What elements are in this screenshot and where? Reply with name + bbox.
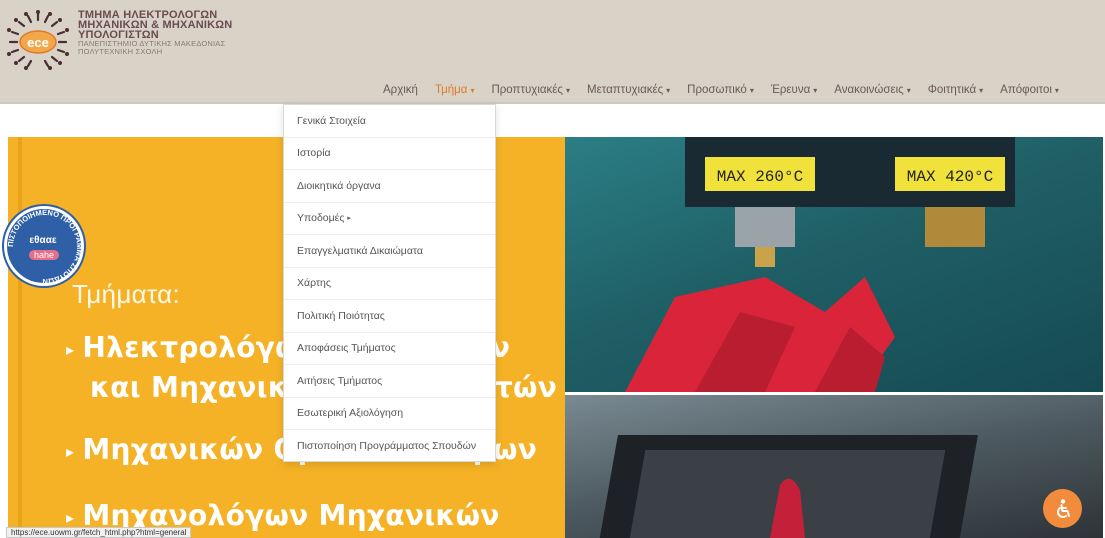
menu-item-applications[interactable]: Αιτήσεις Τμήματος <box>284 365 495 398</box>
cad-photo <box>565 395 1103 538</box>
menu-item-decisions[interactable]: Αποφάσεις Τμήματος <box>284 333 495 365</box>
nav-item-label: Προπτυχιακές <box>491 84 563 96</box>
menu-item-label: Διοικητικά όργανα <box>297 179 381 192</box>
logo-text: ece <box>27 35 49 50</box>
temp-label: MAX 260°C <box>717 168 803 186</box>
nav-item-staff[interactable]: Προσωπικό ▾ <box>687 84 754 96</box>
menu-item-label: Γενικά Στοιχεία <box>297 114 366 127</box>
menu-item-professional-rights[interactable]: Επαγγελματικά Δικαιώματα <box>284 235 495 268</box>
nav-item-research[interactable]: Έρευνα ▾ <box>771 84 817 96</box>
org-subline: ΠΟΛΥΤΕΧΝΙΚΗ ΣΧΟΛΗ <box>78 47 163 56</box>
page: ece ΤΜΗΜΑ ΗΛΕΚΤΡΟΛΟΓΩΝ ΜΗΧΑΝΙΚΩΝ & ΜΗΧΑΝ… <box>0 0 1105 538</box>
menu-item-label: Εσωτερική Αξιολόγηση <box>297 407 404 420</box>
3d-printer-image: MAX 260°C MAX 420°C <box>625 137 1015 392</box>
nav-item-department[interactable]: Τμήμα ▾ <box>435 84 475 96</box>
menu-item-administration[interactable]: Διοικητικά όργανα <box>284 170 495 203</box>
nav-item-label: Προσωπικό <box>687 84 747 96</box>
hero-title: Τμήματα: <box>72 279 180 309</box>
badge-ring: ΠΙΣΤΟΠΟΙΗΜΕΝΟ ΠΡΟΓΡΑΜΜΑ ΣΠΟΥΔΩΝ <box>6 208 84 286</box>
chevron-down-icon: ▾ <box>979 85 984 95</box>
nav-item-label: Αρχική <box>383 84 418 96</box>
nav-item-label: Μεταπτυχιακές <box>586 84 664 96</box>
chevron-down-icon: ▾ <box>470 85 475 95</box>
triangle-right-icon: ▸ <box>66 441 75 461</box>
org-name[interactable]: ΤΜΗΜΑ ΗΛΕΚΤΡΟΛΟΓΩΝ ΜΗΧΑΝΙΚΩΝ & ΜΗΧΑΝΙΚΩΝ… <box>78 10 338 56</box>
menu-item-map[interactable]: Χάρτης <box>284 268 495 300</box>
menu-item-label: Χάρτης <box>297 277 331 290</box>
menu-item-history[interactable]: Ιστορία <box>284 138 495 170</box>
menu-item-general[interactable]: Γενικά Στοιχεία <box>284 105 495 138</box>
menu-item-accreditation[interactable]: Πιστοποίηση Προγράμματος Σπουδών <box>284 430 495 463</box>
nav-item-label: Τμήμα <box>434 84 468 96</box>
panel-edge <box>18 137 22 538</box>
badge-arc-text: ΠΙΣΤΟΠΟΙΗΜΕΝΟ ΠΡΟΓΡΑΜΜΑ ΣΠΟΥΔΩΝ <box>6 208 84 286</box>
nav-item-undergraduate[interactable]: Προπτυχιακές ▾ <box>491 84 570 96</box>
main-nav: Αρχική Τμήμα ▾ Προπτυχιακές ▾ Μεταπτυχιακέ… <box>383 81 1059 99</box>
badge-name: εθααε <box>29 235 57 246</box>
chevron-down-icon: ▾ <box>666 85 671 95</box>
menu-item-label: Πολιτική Ποιότητας <box>297 309 385 322</box>
chevron-right-icon: ▸ <box>347 215 351 223</box>
printer-photo: MAX 260°C MAX 420°C <box>565 137 1103 392</box>
chevron-down-icon: ▾ <box>749 85 754 95</box>
wheelchair-icon <box>1056 498 1070 518</box>
menu-item-label: Αποφάσεις Τμήματος <box>297 342 396 355</box>
chevron-down-icon: ▾ <box>813 85 818 95</box>
svg-text:ΠΙΣΤΟΠΟΙΗΜΕΝΟ ΠΡΟΓΡΑΜΜΑ ΣΠΟΥΔΩ: ΠΙΣΤΟΠΟΙΗΜΕΝΟ ΠΡΟΓΡΑΜΜΑ ΣΠΟΥΔΩΝ <box>6 208 84 286</box>
menu-item-label: Πιστοποίηση Προγράμματος Σπουδών <box>297 440 477 453</box>
cad-screen-image <box>599 435 978 538</box>
menu-item-infrastructure[interactable]: Υποδομές ▸ <box>284 203 495 235</box>
menu-item-quality-policy[interactable]: Πολιτική Ποιότητας <box>284 300 495 333</box>
nav-item-alumni[interactable]: Απόφοιτοι ▾ <box>1000 84 1059 96</box>
nav-item-label: Φοιτητικά <box>927 84 977 96</box>
nav-item-label: Απόφοιτοι <box>1000 84 1052 96</box>
triangle-right-icon: ▸ <box>66 339 75 359</box>
site-header: ece ΤΜΗΜΑ ΗΛΕΚΤΡΟΛΟΓΩΝ ΜΗΧΑΝΙΚΩΝ & ΜΗΧΑΝ… <box>0 0 1105 104</box>
accessibility-button[interactable] <box>1043 489 1082 528</box>
chevron-down-icon: ▾ <box>565 85 570 95</box>
nav-item-students[interactable]: Φοιτητικά ▾ <box>928 84 983 96</box>
menu-item-label: Ιστορία <box>297 147 331 160</box>
menu-item-internal-evaluation[interactable]: Εσωτερική Αξιολόγηση <box>284 398 495 430</box>
department-dropdown-menu: Γενικά Στοιχεία Ιστορία Διοικητικά όργαν… <box>283 104 496 462</box>
nav-item-home[interactable]: Αρχική <box>383 84 418 96</box>
menu-item-label: Υποδομές <box>297 212 345 225</box>
ece-logo-icon[interactable]: ece <box>6 8 70 70</box>
nav-item-announcements[interactable]: Ανακοινώσεις ▾ <box>834 84 911 96</box>
triangle-right-icon: ▸ <box>66 507 75 527</box>
menu-item-label: Επαγγελματικά Δικαιώματα <box>297 244 423 257</box>
menu-item-label: Αιτήσεις Τμήματος <box>297 374 383 387</box>
nav-item-label: Ανακοινώσεις <box>834 84 904 96</box>
nav-item-label: Έρευνα <box>770 84 811 96</box>
temp-label: MAX 420°C <box>907 168 993 186</box>
chevron-down-icon: ▾ <box>906 85 911 95</box>
chevron-down-icon: ▾ <box>1054 85 1059 95</box>
badge-sub: hahe <box>29 250 59 260</box>
hero-banner: Τμήματα: ▸Ηλεκτρολόγων Μηχανικών και Μηχ… <box>8 137 1103 538</box>
status-bar-url: https://ece.uowm.gr/fetch_html.php?html=… <box>6 527 192 538</box>
nav-item-postgraduate[interactable]: Μεταπτυχιακές ▾ <box>587 84 670 96</box>
